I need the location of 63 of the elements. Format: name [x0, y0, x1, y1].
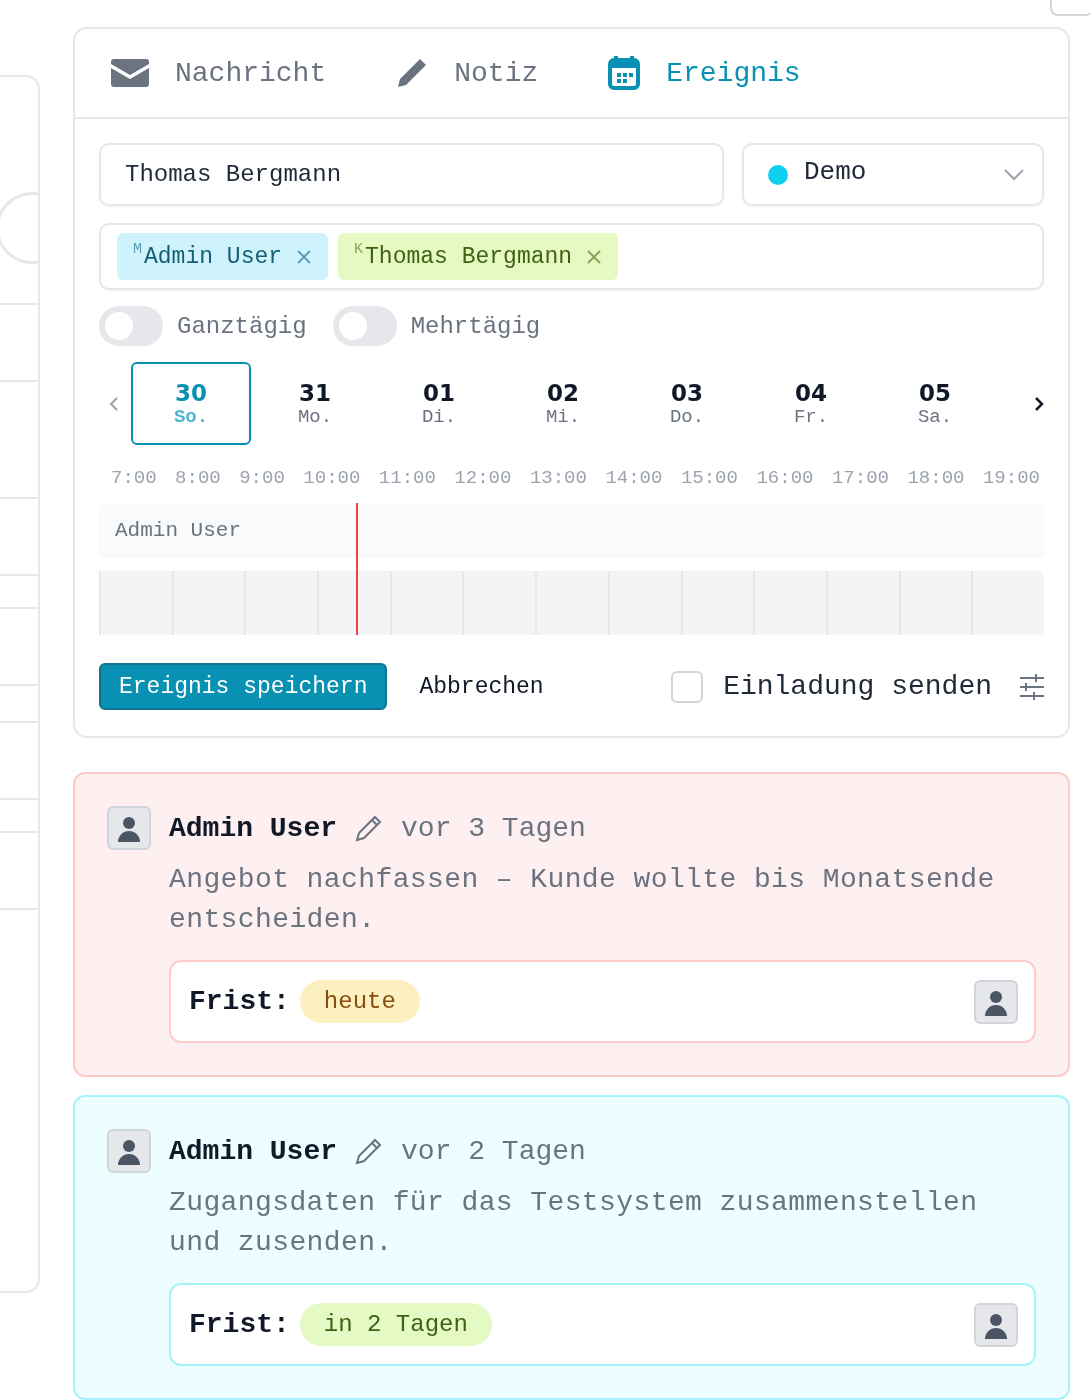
day-option[interactable]: 01 Di.	[379, 362, 499, 445]
checkbox-label: Einladung senden	[723, 671, 992, 702]
toggle-label: Ganztägig	[177, 312, 307, 340]
pencil-icon[interactable]	[355, 814, 384, 842]
hour-label: 7:00	[111, 467, 157, 489]
note-text: Zugangsdaten für das Testsystem zusammenstellen und zusenden.	[169, 1186, 979, 1260]
note-time: vor 3 Tagen	[401, 812, 586, 844]
sliders-icon[interactable]	[1020, 673, 1044, 700]
avatar-icon[interactable]	[974, 1302, 1018, 1347]
author-name: Admin User	[169, 1135, 338, 1167]
hour-label: 13:00	[529, 467, 587, 489]
toggle-switch[interactable]	[332, 306, 397, 346]
deadline-label: Frist:	[189, 1309, 290, 1340]
checkbox[interactable]	[671, 670, 704, 703]
participant-tag: $^{K}$Thomas Bergmann	[338, 233, 619, 280]
toggle-label: Mehrtägig	[410, 312, 541, 340]
cancel-button[interactable]: Abbrechen	[419, 673, 544, 700]
save-button[interactable]: Ereignis speichern	[99, 663, 388, 710]
select-value: Demo	[804, 156, 868, 187]
chevron-down-icon	[1004, 168, 1024, 181]
avatar-icon	[107, 806, 151, 850]
deadline-badge: heute	[299, 980, 420, 1023]
hour-label: 19:00	[982, 467, 1040, 489]
tab[interactable]: Notiz	[396, 57, 539, 89]
day-option[interactable]: 02 Mi.	[503, 362, 623, 445]
hour-label: 11:00	[378, 467, 436, 489]
tab[interactable]: Ereignis	[608, 56, 801, 90]
hour-label: 16:00	[756, 467, 814, 489]
hour-label: 10:00	[303, 467, 361, 489]
deadline-label: Frist:	[189, 986, 290, 1017]
avatar-icon[interactable]	[974, 979, 1018, 1024]
chevron-left-icon[interactable]	[109, 395, 119, 412]
hour-label: 17:00	[831, 467, 889, 489]
hour-label: 8:00	[175, 467, 221, 489]
avatar-icon	[107, 1129, 151, 1173]
participants-field[interactable]: $^{M}$Admin User $^{K}$Thomas Bergmann	[99, 223, 1044, 290]
calendar-icon	[608, 56, 641, 90]
close-icon[interactable]	[586, 248, 603, 265]
calendar-select[interactable]: Demo	[742, 143, 1044, 206]
author-name: Admin User	[169, 812, 338, 844]
note-text: Angebot nachfassen – Kunde wollte bis Monatsende entscheiden.	[169, 863, 996, 937]
chevron-right-icon[interactable]	[1034, 395, 1044, 412]
title-field[interactable]: Thomas Bergmann	[99, 143, 724, 206]
hour-label: 18:00	[907, 467, 965, 489]
envelope-icon	[111, 59, 149, 87]
day-option[interactable]: 30 So.	[131, 362, 251, 445]
deadline-badge: in 2 Tagen	[299, 1303, 492, 1346]
hour-label: 15:00	[680, 467, 738, 489]
hour-label: 14:00	[605, 467, 663, 489]
day-option[interactable]: 05 Sa.	[875, 362, 995, 445]
tab[interactable]: Nachricht	[111, 57, 327, 89]
pencil-icon[interactable]	[355, 1137, 384, 1165]
note-time: vor 2 Tagen	[401, 1135, 586, 1167]
participant-tag: $^{M}$Admin User	[117, 233, 329, 280]
toggle-switch[interactable]	[99, 306, 163, 346]
row-label: Admin User	[115, 519, 242, 542]
pencil-icon	[396, 57, 429, 89]
hour-label: 12:00	[454, 467, 512, 489]
close-icon[interactable]	[296, 248, 313, 265]
day-option[interactable]: 03 Do.	[627, 362, 747, 445]
hour-label: 9:00	[239, 467, 285, 489]
day-option[interactable]: 04 Fr.	[751, 362, 871, 445]
day-option[interactable]: 31 Mo.	[255, 362, 375, 445]
